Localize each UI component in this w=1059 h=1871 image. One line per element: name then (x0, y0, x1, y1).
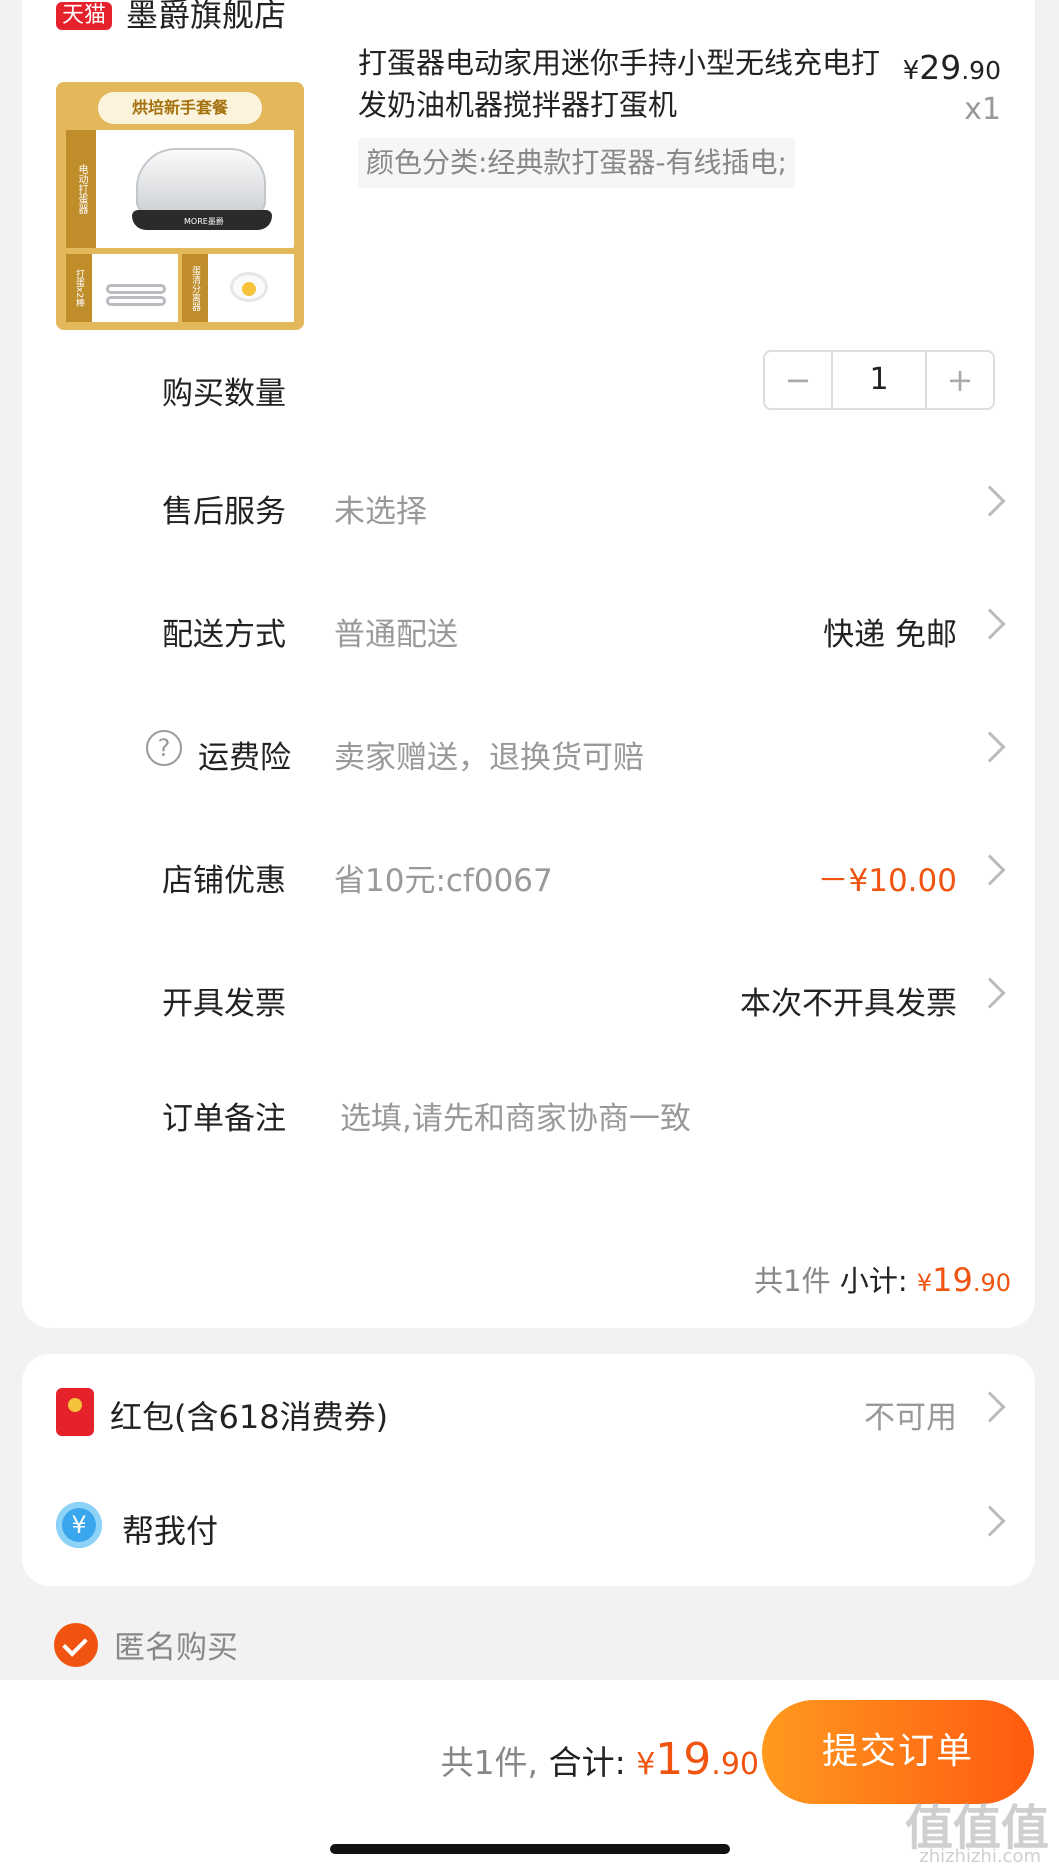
quantity-input[interactable]: 1 (831, 352, 927, 408)
subtotal-dec: .90 (972, 1269, 1011, 1297)
thumb-side-label: 电动打蛋器 (66, 130, 96, 248)
invoice-label: 开具发票 (162, 986, 286, 1022)
freight-insurance-label: 运费险 (198, 740, 291, 776)
store-discount-value: 省10元:cf0067 (334, 863, 553, 899)
anonymous-purchase[interactable]: 匿名购买 (54, 1622, 238, 1667)
price-dec: .90 (961, 56, 1001, 85)
remark-label: 订单备注 (162, 1101, 286, 1137)
quantity-stepper: − 1 + (763, 350, 995, 410)
check-circle-icon[interactable] (54, 1622, 98, 1667)
egg-yolk-image (242, 282, 256, 296)
extras-card: 红包(含618消费券) 不可用 ¥ 帮我付 (22, 1354, 1035, 1586)
thumb-sub2-label: 蛋清分离器 (182, 254, 208, 322)
price-int: 29 (919, 48, 962, 87)
total-dec: .90 (711, 1747, 759, 1782)
freight-insurance-row[interactable]: ? 运费险 卖家赠送，退换货可赔 (22, 722, 1035, 782)
beater-image (106, 284, 166, 294)
mixer-image (136, 148, 266, 214)
chevron-right-icon (974, 1391, 1006, 1423)
red-packet-row[interactable]: 红包(含618消费券) 不可用 (22, 1382, 1035, 1442)
anonymous-label: 匿名购买 (114, 1630, 238, 1666)
product-sku[interactable]: 颜色分类:经典款打蛋器-有线插电; (358, 138, 795, 188)
mixer-logo: MORE墨爵 (184, 217, 224, 226)
product-quantity: x1 (964, 92, 1001, 127)
home-indicator[interactable] (330, 1844, 730, 1854)
after-sales-row[interactable]: 售后服务 未选择 (22, 476, 1035, 536)
product-thumbnail[interactable]: 烘培新手套餐 电动打蛋器 MORE墨爵 打蛋x2棒 蛋清分离器 (56, 82, 304, 330)
thumb-banner: 烘培新手套餐 (98, 92, 262, 124)
invoice-value: 本次不开具发票 (740, 986, 957, 1022)
thumb-separator-panel: 蛋清分离器 (182, 254, 294, 322)
help-icon[interactable]: ? (146, 730, 182, 766)
tmall-badge: 天猫 (56, 2, 113, 30)
chevron-right-icon (974, 485, 1006, 517)
invoice-row[interactable]: 开具发票 本次不开具发票 (22, 968, 1035, 1028)
red-packet-label: 红包(含618消费券) (110, 1398, 389, 1436)
product-title[interactable]: 打蛋器电动家用迷你手持小型无线充电打发奶油机器搅拌器打蛋机 (358, 42, 898, 126)
remark-input[interactable]: 选填,请先和商家协商一致 (340, 1093, 691, 1138)
subtotal-price: ¥19.90 (917, 1261, 1011, 1299)
chevron-right-icon (974, 854, 1006, 886)
subtotal-int: 19 (932, 1261, 973, 1299)
increase-button[interactable]: + (927, 352, 993, 408)
remark-row: 订单备注 选填,请先和商家协商一致 (22, 1083, 1035, 1143)
thumb-sub1-label: 打蛋x2棒 (66, 254, 92, 322)
freight-insurance-value: 卖家赠送，退换货可赔 (334, 740, 644, 776)
delivery-row[interactable]: 配送方式 普通配送 快递 免邮 (22, 599, 1035, 659)
product-price: ¥29.90 (903, 48, 1001, 87)
total-int: 19 (655, 1734, 712, 1785)
thumb-beaters-panel: 打蛋x2棒 (66, 254, 178, 322)
chevron-right-icon (974, 608, 1006, 640)
order-card: 天猫 墨爵旗舰店 烘培新手套餐 电动打蛋器 MORE墨爵 打蛋x2棒 蛋清分离器… (22, 0, 1035, 1328)
subtotal-count: 共1件 (754, 1264, 831, 1298)
beater-image (106, 296, 166, 306)
red-packet-icon (56, 1388, 94, 1436)
delivery-value: 普通配送 (334, 617, 458, 653)
delivery-label: 配送方式 (162, 617, 286, 653)
store-header[interactable]: 天猫 墨爵旗舰店 (56, 0, 286, 31)
total-count: 共1件, (440, 1743, 539, 1782)
store-discount-row[interactable]: 店铺优惠 省10元:cf0067 －¥10.00 (22, 845, 1035, 905)
after-sales-value: 未选择 (334, 494, 427, 530)
store-name[interactable]: 墨爵旗舰店 (126, 0, 286, 31)
red-packet-status: 不可用 (864, 1400, 957, 1436)
total-label: 合计: (548, 1743, 626, 1782)
chevron-right-icon (974, 731, 1006, 763)
price-symbol: ¥ (902, 56, 920, 86)
total-symbol: ¥ (636, 1747, 656, 1782)
order-total: 共1件, 合计: ¥19.90 (441, 1734, 759, 1785)
quantity-label: 购买数量 (162, 376, 286, 412)
quantity-row: 购买数量 − 1 + (22, 350, 1035, 418)
watermark-url: zhizhizhi.com (919, 1846, 1041, 1867)
store-discount-label: 店铺优惠 (162, 863, 286, 899)
store-discount-amount: －¥10.00 (817, 863, 957, 899)
thumb-main-panel: 电动打蛋器 MORE墨爵 (66, 130, 294, 248)
delivery-method: 快递 免邮 (823, 617, 957, 653)
subtotal-symbol: ¥ (916, 1269, 933, 1297)
checkout-bar: 共1件, 合计: ¥19.90 提交订单 值值值 zhizhizhi.com (0, 1680, 1059, 1871)
help-pay-row[interactable]: ¥ 帮我付 (22, 1496, 1035, 1556)
chevron-right-icon (974, 977, 1006, 1009)
subtotal: 共1件 小计: ¥19.90 (754, 1258, 1011, 1300)
decrease-button[interactable]: − (765, 352, 831, 408)
help-pay-label: 帮我付 (122, 1512, 219, 1550)
total-price: ¥19.90 (636, 1734, 759, 1785)
chevron-right-icon (974, 1505, 1006, 1537)
subtotal-label: 小计: (839, 1264, 908, 1298)
yuan-coin-icon: ¥ (56, 1502, 102, 1548)
after-sales-label: 售后服务 (162, 494, 286, 530)
